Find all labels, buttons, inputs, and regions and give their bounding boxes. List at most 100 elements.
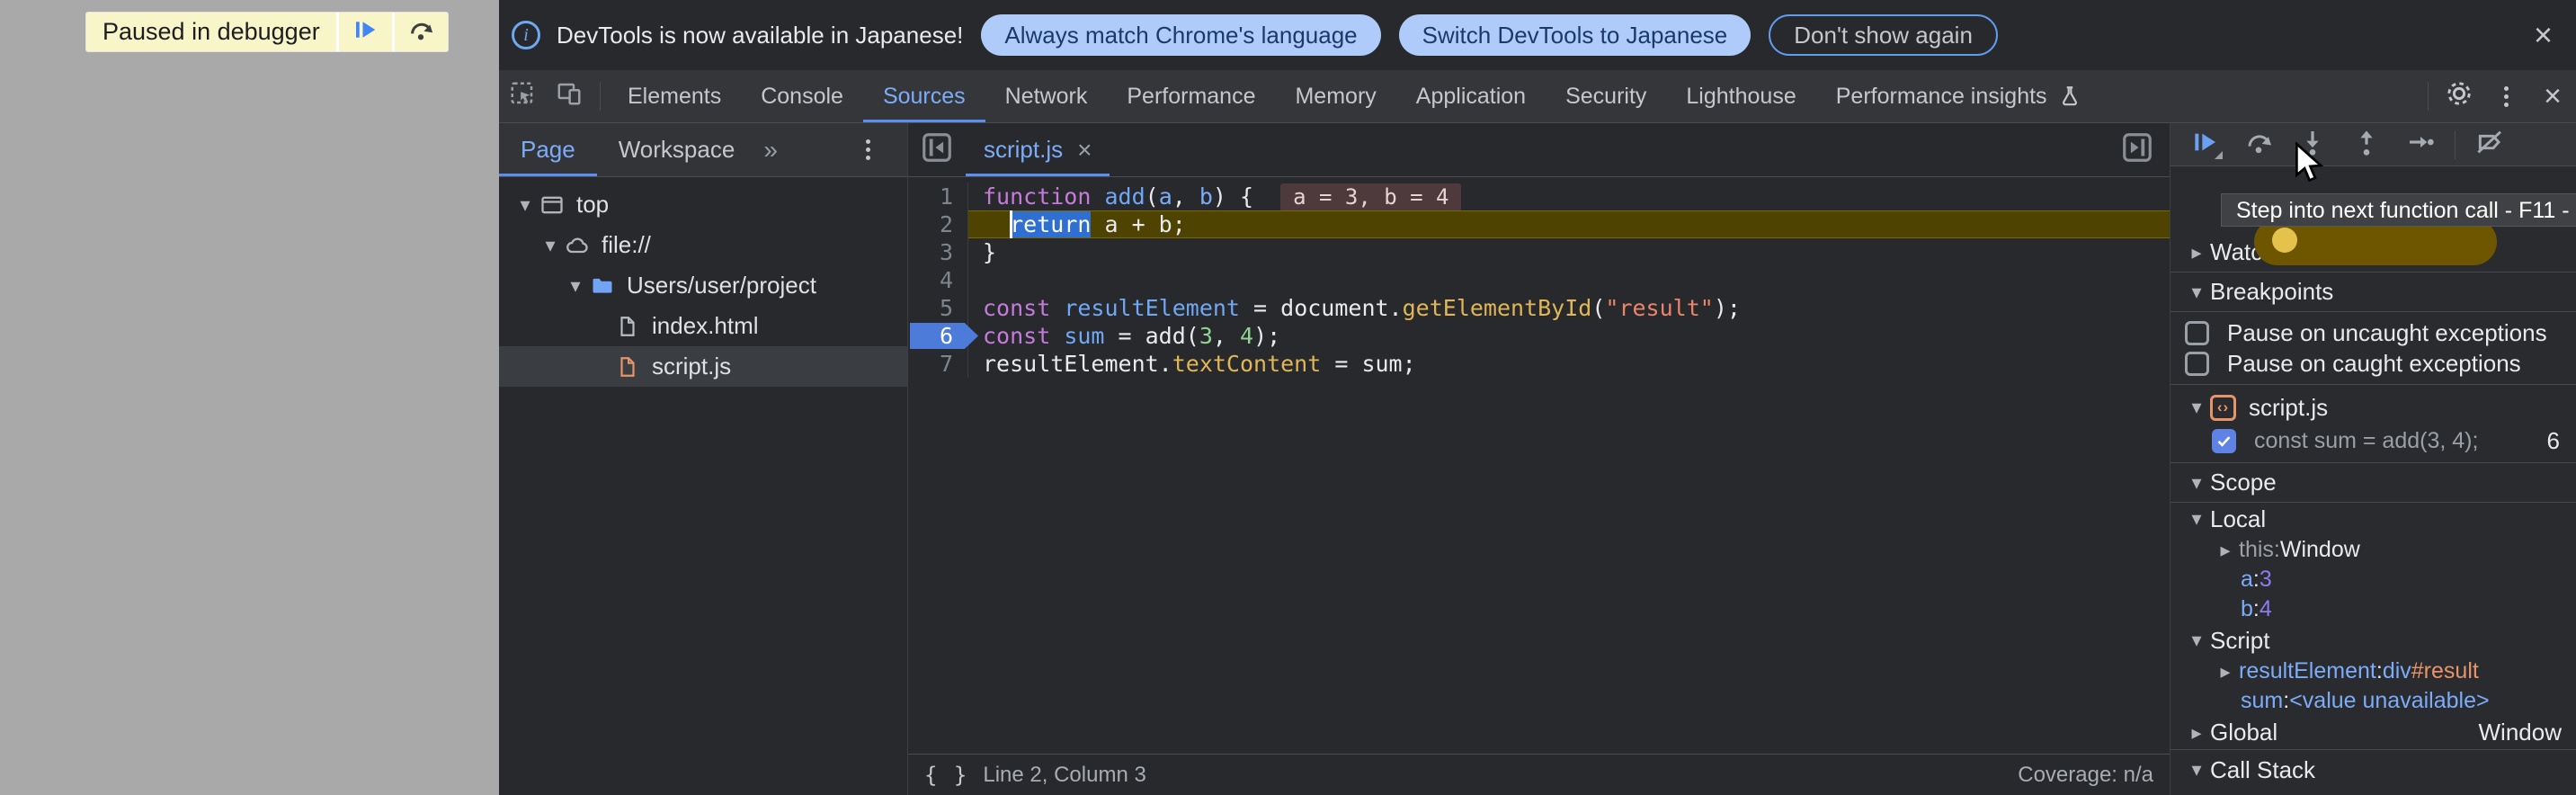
breakpoint-marker[interactable]: 6 [908,322,967,350]
switch-to-japanese-button[interactable]: Switch DevTools to Japanese [1399,14,1752,56]
chevron-down-icon: ▾ [2183,629,2210,652]
step-out-button[interactable] [2340,123,2393,166]
more-options-button[interactable] [2482,70,2529,122]
step-over-banner-button[interactable] [392,13,448,51]
device-toolbar-button[interactable] [546,70,593,122]
breakpoint-file-row[interactable]: ▾ ‹› script.js [2170,390,2576,424]
var-name: sum [2241,688,2283,714]
script-file-icon: ‹› [2210,395,2236,421]
tree-item-script.js[interactable]: script.js [499,346,907,387]
code-text: const sum = add(3, 4); [967,322,2170,350]
code-line-2[interactable]: 2 return a + b; [908,210,2170,238]
step-button[interactable] [2393,123,2447,166]
pretty-print-button[interactable]: { } [924,763,968,788]
code-line-5[interactable]: 5const resultElement = document.getEleme… [908,294,2170,322]
infobar-close-icon[interactable]: × [2534,19,2553,51]
tab-workspace[interactable]: Workspace [597,123,757,176]
scope-global-group[interactable]: ▸ Global Window [2170,716,2576,750]
code-editor[interactable]: 1function add(a, b) {a = 3, b = 42 retur… [908,177,2170,754]
var-value-tag: div [2383,658,2411,684]
scope-b-row[interactable]: b: 4 [2170,594,2576,624]
tab-label: Performance insights [1836,84,2047,110]
tab-sources[interactable]: Sources [863,70,985,122]
sources-panel: Page Workspace » ▾top▾file://▾Users/user… [499,123,2576,795]
settings-button[interactable] [2436,70,2482,122]
code-line-1[interactable]: 1function add(a, b) {a = 3, b = 4 [908,183,2170,210]
line-number[interactable]: 7 [908,350,967,378]
more-tabs-icon[interactable]: » [756,136,785,165]
var-value: <value unavailable> [2289,688,2489,714]
deactivate-breakpoints-button[interactable] [2463,123,2517,166]
scope-sum-row[interactable]: sum: <value unavailable> [2170,686,2576,716]
breakpoint-entry[interactable]: const sum = add(3, 4); 6 [2170,424,2576,457]
dont-show-again-button[interactable]: Don't show again [1769,14,1998,56]
step-over-button[interactable] [2232,123,2286,166]
gear-icon [2445,79,2473,114]
collapse-navigator-button[interactable] [917,130,957,170]
line-number[interactable]: 4 [908,266,967,294]
pause-caught-row[interactable]: Pause on caught exceptions [2170,348,2576,379]
tree-item-file-[interactable]: ▾file:// [499,225,907,265]
tree-item-users-user-project[interactable]: ▾Users/user/project [499,265,907,306]
infobar-message: DevTools is now available in Japanese! [557,22,963,49]
code-line-6[interactable]: 6const sum = add(3, 4); [908,322,2170,350]
line-number[interactable]: 1 [908,183,967,210]
divider [2455,130,2456,159]
close-devtools-button[interactable]: × [2529,70,2576,122]
inspect-element-button[interactable] [499,70,546,122]
editor-tab-scriptjs[interactable]: script.js × [966,123,1110,176]
page-viewport: Paused in debugger [0,0,499,795]
code-line-7[interactable]: 7resultElement.textContent = sum; [908,350,2170,378]
match-chrome-language-button[interactable]: Always match Chrome's language [981,14,1380,56]
checkbox-checked[interactable] [2212,429,2236,453]
tab-performance[interactable]: Performance [1107,70,1275,122]
tab-performance-insights[interactable]: Performance insights [1816,70,2101,122]
collapse-debugger-button[interactable] [2117,130,2157,170]
chevron-down-icon: ▾ [2183,396,2210,419]
scope-local-group[interactable]: ▾ Local [2170,503,2576,535]
code-line-4[interactable]: 4 [908,266,2170,294]
code-line-3[interactable]: 3} [908,238,2170,266]
tab-console[interactable]: Console [741,70,863,122]
checkbox-unchecked[interactable] [2185,321,2209,345]
folder-icon [589,272,616,299]
tab-security[interactable]: Security [1546,70,1666,122]
debugger-sidebar: ▸ Watch ▾ Breakpoints Pause on uncaught … [2170,123,2576,795]
language-infobar: i DevTools is now available in Japanese!… [499,0,2576,70]
chevron-down-icon[interactable]: ▾ [562,274,589,298]
tab-application[interactable]: Application [1396,70,1546,122]
tab-memory[interactable]: Memory [1275,70,1395,122]
var-value: 4 [2260,596,2272,622]
tree-item-top[interactable]: ▾top [499,184,907,225]
line-number[interactable]: 2 [908,210,967,238]
chevron-down-icon: ▾ [2183,281,2210,304]
scope-script-group[interactable]: ▾ Script [2170,624,2576,657]
exception-options: Pause on uncaught exceptions Pause on ca… [2170,312,2576,385]
resume-script-button[interactable] [336,13,392,51]
chevron-down-icon[interactable]: ▾ [512,193,539,217]
navigator-more-button[interactable] [844,123,891,176]
checkbox-unchecked[interactable] [2185,352,2209,376]
section-scope[interactable]: ▾ Scope [2170,463,2576,503]
tab-page[interactable]: Page [499,123,597,176]
section-breakpoints[interactable]: ▾ Breakpoints [2170,272,2576,312]
tab-elements[interactable]: Elements [608,70,741,122]
line-number[interactable]: 5 [908,294,967,322]
pause-uncaught-row[interactable]: Pause on uncaught exceptions [2170,317,2576,348]
scope-a-row[interactable]: a: 3 [2170,565,2576,594]
cursor-position: Line 2, Column 3 [983,763,1145,788]
section-call-stack[interactable]: ▾ Call Stack [2170,750,2576,790]
scope-local-label: Local [2210,505,2266,533]
chevron-down-icon[interactable]: ▾ [537,234,564,257]
close-tab-icon[interactable]: × [1077,136,1092,165]
resume-button[interactable] [2178,123,2232,166]
tab-network[interactable]: Network [985,70,1108,122]
scope-resultelement-row[interactable]: ▸ resultElement: div#result [2170,657,2576,686]
tab-label: Performance [1127,84,1255,110]
line-number[interactable]: 3 [908,238,967,266]
flask-icon [2058,85,2081,108]
navigator-tabs: Page Workspace » [499,123,907,177]
scope-this-row[interactable]: ▸ this: Window [2170,535,2576,565]
tab-lighthouse[interactable]: Lighthouse [1666,70,1815,122]
tree-item-index.html[interactable]: index.html [499,306,907,346]
